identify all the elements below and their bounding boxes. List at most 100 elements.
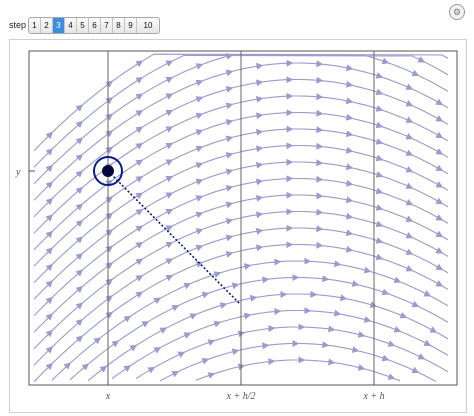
stream-arrow [105, 245, 114, 253]
stream-arrow [435, 181, 444, 188]
plot-panel: y x x + h/2 x + h [9, 39, 467, 413]
stream-arrow [159, 327, 168, 334]
step-button-1[interactable]: 1 [29, 18, 41, 33]
stream-arrow [315, 76, 324, 84]
stream-arrow [135, 258, 144, 266]
stream-arrow [45, 346, 53, 354]
stream-arrow [387, 373, 396, 380]
stream-arrow [243, 312, 252, 320]
stream-arrow [45, 148, 53, 156]
stream-line [69, 276, 449, 381]
stream-arrow [345, 80, 354, 88]
stream-arrow [435, 164, 444, 172]
stream-arrow [105, 130, 114, 138]
stream-arrow [165, 192, 174, 199]
step-button-9[interactable]: 9 [125, 18, 137, 33]
step-button-7[interactable]: 7 [101, 18, 113, 33]
stream-arrow [405, 149, 414, 156]
stream-arrow [405, 116, 414, 123]
stream-arrow [375, 121, 384, 129]
stream-arrow [315, 192, 324, 200]
stream-arrow [135, 77, 144, 84]
stream-arrow [99, 365, 108, 373]
stream-arrow [45, 214, 53, 222]
stream-arrow [429, 326, 438, 333]
stream-line [87, 293, 449, 382]
step-button-5[interactable]: 5 [77, 18, 89, 33]
stream-arrow [135, 192, 144, 200]
current-point[interactable] [102, 165, 114, 177]
stream-arrow [405, 133, 414, 140]
stream-arrow [111, 340, 120, 348]
stream-arrow [135, 110, 144, 117]
stream-arrow [105, 97, 114, 105]
stream-arrow [315, 93, 324, 101]
step-button-6[interactable]: 6 [89, 18, 101, 33]
stream-arrow [375, 105, 384, 112]
step-button-3[interactable]: 3 [53, 18, 65, 33]
stream-arrow [375, 171, 384, 178]
gear-icon[interactable]: ⚙ [449, 4, 465, 20]
stream-arrow [405, 100, 414, 107]
stream-arrow [435, 263, 444, 271]
stream-arrow [345, 97, 354, 105]
stream-arrow [375, 187, 384, 195]
stream-arrow [315, 175, 324, 183]
step-button-8[interactable]: 8 [113, 18, 125, 33]
stream-arrow [165, 109, 174, 117]
stream-arrow [135, 143, 144, 150]
stream-arrow [75, 153, 84, 162]
stream-arrow [105, 146, 114, 154]
stream-arrow [45, 329, 53, 338]
stream-arrow [267, 358, 276, 366]
stream-arrow [333, 260, 342, 268]
stream-arrow [135, 126, 144, 134]
stream-arrow [255, 95, 264, 103]
stream-arrow [123, 315, 132, 323]
stream-arrow [243, 263, 252, 270]
stream-arrow [201, 291, 210, 299]
stream-arrow [201, 357, 210, 365]
euler-step-line [107, 170, 241, 305]
plot-frame [28, 50, 458, 386]
stream-arrow [75, 335, 84, 343]
step-label: step [9, 20, 27, 30]
stream-arrow [255, 145, 264, 153]
stream-arrow [315, 225, 324, 233]
stream-arrow [345, 229, 354, 237]
stream-arrow [165, 175, 174, 183]
stream-arrow [165, 159, 174, 166]
stream-arrow [105, 278, 114, 286]
stream-arrow [165, 241, 174, 249]
stream-arrow [375, 72, 384, 79]
stream-arrow [435, 131, 444, 139]
stream-arrow [195, 162, 204, 169]
stream-arrow [105, 80, 114, 88]
controls-toolbar: step 1 2 3 4 5 6 7 8 9 10 ⚙ [0, 0, 474, 40]
stream-arrow [105, 212, 114, 220]
stream-arrow [189, 313, 198, 320]
stream-arrow [129, 344, 138, 352]
step-button-4[interactable]: 4 [65, 18, 77, 33]
stream-arrow [45, 280, 53, 288]
step-button-2[interactable]: 2 [41, 18, 53, 33]
stream-arrow [423, 290, 432, 297]
stream-arrow [411, 69, 420, 77]
stream-arrow [255, 128, 264, 136]
stream-arrow [141, 320, 150, 328]
stream-arrow [45, 313, 53, 321]
stream-arrow [435, 197, 444, 205]
step-button-10[interactable]: 10 [137, 18, 159, 33]
stream-arrow [345, 245, 354, 253]
stream-arrow [381, 288, 390, 296]
stream-arrow [165, 93, 174, 100]
stream-arrow [405, 265, 414, 272]
stream-arrow [405, 248, 414, 255]
stream-arrow [351, 280, 360, 287]
x-tick-label-half: x + h/2 [226, 391, 256, 402]
stream-arrow [171, 304, 180, 312]
stream-arrow [75, 170, 84, 178]
stream-arrow [105, 262, 114, 270]
stream-arrow [195, 79, 204, 87]
stream-arrow [381, 57, 390, 65]
